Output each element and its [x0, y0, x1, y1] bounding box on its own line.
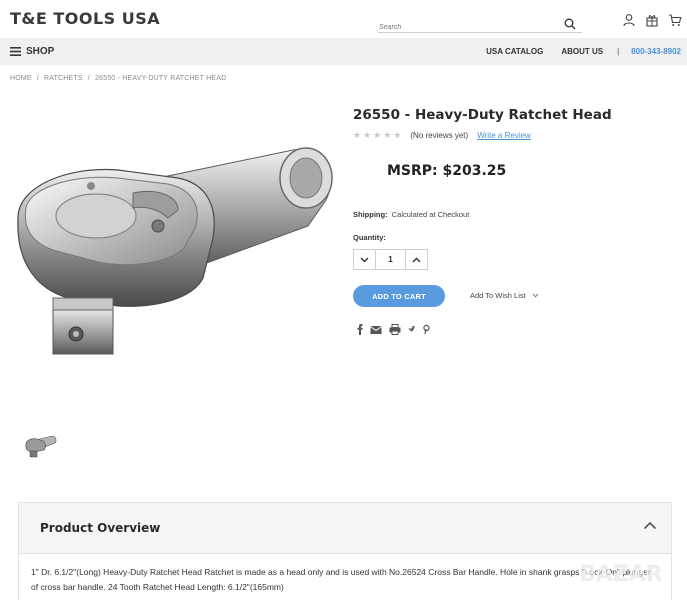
chevron-up-icon [412, 257, 421, 262]
product-description: 1" Dr. 6.1/2"(Long) Heavy-Duty Ratchet H… [18, 554, 672, 600]
hamburger-icon [10, 47, 21, 56]
star-icon: ★ [363, 130, 372, 140]
quantity-increase-button[interactable] [405, 250, 427, 269]
site-header: T&E TOOLS USA [0, 0, 687, 38]
gift-icon[interactable] [645, 13, 659, 27]
cart-icon[interactable] [668, 13, 682, 27]
shop-label: SHOP [26, 46, 55, 57]
chevron-up-icon[interactable] [643, 521, 657, 530]
wishlist-dropdown[interactable]: Add To Wish List [470, 291, 539, 300]
search-bar[interactable] [378, 16, 582, 35]
search-icon[interactable] [564, 17, 576, 35]
shipping-label: Shipping: [353, 210, 388, 219]
search-input[interactable] [378, 20, 558, 35]
breadcrumb-current: 26550 - HEAVY-DUTY RATCHET HEAD [94, 75, 227, 82]
star-icon: ★ [373, 130, 382, 140]
shipping-info: Shipping: Calculated at Checkout [353, 210, 469, 219]
add-to-cart-button[interactable]: ADD TO CART [353, 285, 445, 307]
nav-link-usa-catalog[interactable]: USA CATALOG [486, 47, 543, 56]
breadcrumb: HOME / RATCHETS / 26550 - HEAVY-DUTY RAT… [10, 75, 226, 82]
quantity-input[interactable]: 1 [376, 250, 405, 269]
breadcrumb-ratchets[interactable]: RATCHETS [44, 75, 83, 82]
print-icon[interactable] [389, 322, 401, 335]
chevron-down-icon [360, 257, 369, 262]
reviews-count: (No reviews yet) [410, 131, 469, 140]
product-price: MSRP: $203.25 [387, 163, 507, 179]
twitter-icon[interactable] [408, 322, 416, 333]
phone-link[interactable]: 800-343-8902 [631, 47, 681, 56]
user-icon[interactable] [622, 13, 636, 27]
quantity-label: Quantity: [353, 233, 386, 242]
wishlist-label: Add To Wish List [470, 291, 526, 300]
nav-link-about-us[interactable]: ABOUT US [561, 47, 603, 56]
pinterest-icon[interactable] [423, 322, 430, 335]
product-thumbnail[interactable] [22, 432, 58, 460]
quantity-decrease-button[interactable] [354, 250, 376, 269]
product-rating: ★ ★ ★ ★ ★ (No reviews yet) Write a Revie… [353, 130, 531, 141]
chevron-down-icon [532, 293, 539, 298]
breadcrumb-separator: / [36, 75, 39, 82]
star-icon: ★ [383, 130, 392, 140]
product-overview-title: Product Overview [40, 521, 161, 535]
watermark-logo: BAZAR BAZAR [577, 553, 677, 591]
shipping-value: Calculated at Checkout [391, 210, 470, 219]
write-review-link[interactable]: Write a Review [477, 131, 531, 140]
header-icons [622, 13, 682, 27]
rating-stars: ★ ★ ★ ★ ★ [353, 130, 401, 141]
nav-separator: | [617, 47, 620, 56]
product-overview-header[interactable]: Product Overview [18, 502, 672, 554]
svg-text:BAZAR: BAZAR [579, 562, 663, 587]
email-icon[interactable] [370, 322, 382, 334]
breadcrumb-separator: / [87, 75, 90, 82]
shop-menu-button[interactable]: SHOP [10, 46, 54, 57]
site-logo[interactable]: T&E TOOLS USA [10, 9, 160, 28]
product-title: 26550 - Heavy-Duty Ratchet Head [353, 107, 612, 123]
nav-links: USA CATALOG ABOUT US | 800-343-8902 [468, 47, 681, 56]
breadcrumb-home[interactable]: HOME [10, 75, 32, 82]
facebook-icon[interactable] [357, 322, 363, 335]
main-nav: SHOP USA CATALOG ABOUT US | 800-343-8902 [0, 38, 687, 65]
star-icon: ★ [353, 130, 362, 140]
star-icon: ★ [393, 130, 402, 140]
quantity-stepper: 1 [353, 249, 428, 270]
product-main-image[interactable] [8, 138, 338, 368]
social-share [357, 322, 430, 335]
